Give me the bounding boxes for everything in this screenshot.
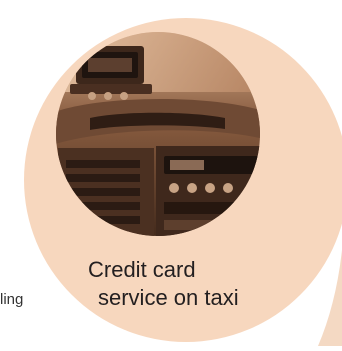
taxi-credit-card-feature: ling Credit card service on taxi	[0, 0, 342, 346]
feature-caption: Credit card service on taxi	[88, 256, 298, 312]
left-cut-text: ling	[0, 291, 24, 308]
caption-line-1: Credit card	[88, 257, 196, 282]
caption-line-2: service on taxi	[98, 285, 239, 310]
